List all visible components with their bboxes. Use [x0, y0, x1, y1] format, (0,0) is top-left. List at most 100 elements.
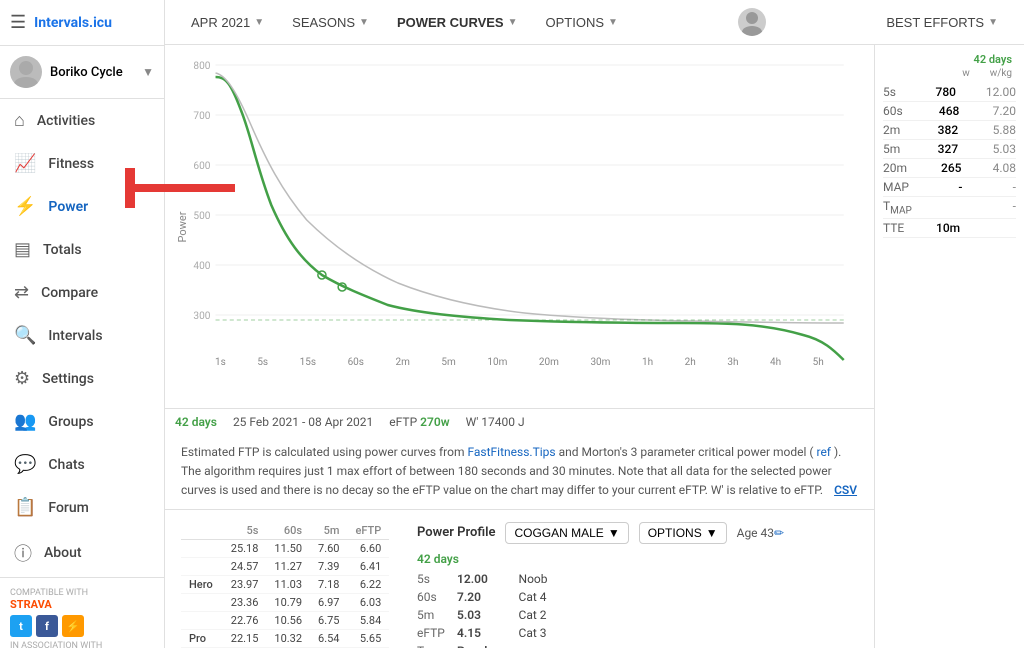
- content-area: Power 800 700 600 500: [165, 45, 1024, 648]
- coggan-dropdown[interactable]: COGGAN MALE ▼: [505, 522, 628, 544]
- pp-data-table: 5s12.00Noob60s7.20Cat 45m5.03Cat 2eFTP4.…: [417, 570, 558, 648]
- facebook-icon[interactable]: f: [36, 615, 58, 637]
- x-tick: 1s: [215, 357, 226, 368]
- pp-data-row: 60s7.20Cat 4: [417, 588, 558, 606]
- sidebar-header: ☰ Intervals.icu: [0, 0, 164, 46]
- chart-eftp-label: eFTP 270w: [389, 415, 449, 429]
- sidebar-item-about[interactable]: ⓘAbout: [0, 529, 164, 577]
- sidebar-item-power[interactable]: ⚡Power: [0, 185, 164, 228]
- be-row: 5m3275.03: [883, 140, 1016, 159]
- x-tick: 2m: [396, 357, 410, 368]
- age-label: Age 43✏: [737, 526, 784, 540]
- pp-data-row: 5m5.03Cat 2: [417, 606, 558, 624]
- pp-col-eftp: eFTP: [348, 522, 390, 540]
- pp-data-row: TypePuncheur✏: [417, 642, 558, 648]
- pp-data-row: 5s12.00Noob: [417, 570, 558, 588]
- pp-data-label: eFTP: [417, 624, 457, 642]
- be-row-w: 10m: [924, 221, 960, 235]
- ref-link[interactable]: ref: [816, 445, 831, 459]
- best-efforts-button[interactable]: BEST EFFORTS ▼: [876, 10, 1008, 35]
- lightning-icon[interactable]: ⚡: [62, 615, 84, 637]
- sidebar-item-fitness[interactable]: 📈Fitness: [0, 142, 164, 185]
- user-section[interactable]: Boriko Cycle ▼: [0, 46, 164, 99]
- intervals-icon: 🔍: [14, 325, 36, 346]
- sidebar-item-forum[interactable]: 📋Forum: [0, 486, 164, 529]
- be-row-wkg: -: [980, 199, 1016, 216]
- be-row-label: 2m: [883, 123, 900, 137]
- be-subheader: w w/kg: [883, 68, 1016, 79]
- pp-row-5s: 25.18: [223, 539, 267, 557]
- sidebar-item-activities[interactable]: ⌂Activities: [0, 99, 164, 142]
- best-efforts-panel: 42 days w w/kg 5s78012.0060s4687.202m382…: [874, 45, 1024, 648]
- pp-row-eftp: 6.41: [348, 557, 390, 575]
- be-row-w: 468: [923, 104, 959, 118]
- be-row-wkg: [980, 221, 1016, 235]
- be-row: MAP--: [883, 178, 1016, 197]
- x-tick: 30m: [590, 357, 610, 368]
- svg-text:600: 600: [193, 161, 210, 172]
- ftp-section: Estimated FTP is calculated using power …: [165, 435, 874, 510]
- pp-row-60s: 10.56: [266, 611, 310, 629]
- fastfitness-link[interactable]: FastFitness.Tips: [467, 445, 555, 459]
- pp-row-5m: 6.97: [310, 593, 347, 611]
- be-row: 20m2654.08: [883, 159, 1016, 178]
- sidebar-item-label-totals: Totals: [43, 242, 82, 258]
- age-edit-icon[interactable]: ✏: [774, 526, 784, 540]
- be-row-wkg: 12.00: [980, 85, 1016, 99]
- sidebar-logo: Intervals.icu: [34, 15, 112, 31]
- pp-row-60s: 11.27: [266, 557, 310, 575]
- sidebar-item-compare[interactable]: ⇄Compare: [0, 271, 164, 314]
- pp-table-row: 22.7610.566.755.84: [181, 611, 389, 629]
- be-header: 42 days: [883, 53, 1016, 66]
- seasons-chevron-icon: ▼: [359, 17, 369, 28]
- power-profile-table: 5s 60s 5m eFTP 25.1811.507.606.6024.5711…: [181, 522, 389, 648]
- power-curves-chevron-icon: ▼: [508, 17, 518, 28]
- pp-col-60s: 60s: [266, 522, 310, 540]
- settings-icon: ⚙: [14, 368, 30, 389]
- totals-icon: ▤: [14, 239, 31, 260]
- sidebar-item-intervals[interactable]: 🔍Intervals: [0, 314, 164, 357]
- sidebar-item-settings[interactable]: ⚙Settings: [0, 357, 164, 400]
- be-row: 5s78012.00: [883, 83, 1016, 102]
- pp-data-label: 5m: [417, 606, 457, 624]
- be-days: 42 days: [974, 53, 1012, 66]
- pp-data-value: 5.03: [457, 606, 519, 624]
- be-row-label: TMAP: [883, 199, 912, 216]
- seasons-button[interactable]: SEASONS ▼: [282, 10, 379, 35]
- sidebar-item-label-compare: Compare: [41, 285, 98, 301]
- be-row-wkg: 4.08: [980, 161, 1016, 175]
- pp-row-eftp: 6.22: [348, 575, 390, 593]
- ftp-text-part2: and Morton's 3 parameter critical power …: [559, 445, 814, 459]
- twitter-icon[interactable]: t: [10, 615, 32, 637]
- in-association-label: IN ASSOCIATION WITH: [10, 641, 154, 648]
- sidebar-item-chats[interactable]: 💬Chats: [0, 443, 164, 486]
- sidebar-item-totals[interactable]: ▤ Totals: [0, 228, 164, 271]
- hamburger-icon[interactable]: ☰: [10, 12, 26, 33]
- pp-row-5s: 22.76: [223, 611, 267, 629]
- pp-data-level: Noob: [519, 570, 558, 588]
- topbar-avatar[interactable]: [738, 8, 766, 36]
- csv-link[interactable]: CSV: [834, 483, 857, 497]
- pp-options-chevron-icon: ▼: [706, 526, 718, 540]
- about-icon: ⓘ: [14, 540, 32, 566]
- pp-row-label: [181, 557, 223, 575]
- pp-options-dropdown[interactable]: OPTIONS ▼: [639, 522, 727, 544]
- pp-data-value: 7.20: [457, 588, 519, 606]
- pp-table-row: 25.1811.507.606.60: [181, 539, 389, 557]
- type-edit-icon[interactable]: ✏: [519, 644, 529, 648]
- sidebar-item-groups[interactable]: 👥Groups: [0, 400, 164, 443]
- pp-data-value: 12.00: [457, 570, 519, 588]
- options-button[interactable]: OPTIONS ▼: [536, 10, 628, 35]
- options-chevron-icon: ▼: [608, 17, 618, 28]
- pp-data-level: Cat 4: [519, 588, 558, 606]
- be-row: TMAP -: [883, 197, 1016, 219]
- chevron-down-icon: ▼: [142, 65, 154, 79]
- ftp-text-part1: Estimated FTP is calculated using power …: [181, 445, 467, 459]
- x-tick: 5s: [257, 357, 268, 368]
- sidebar-item-label-chats: Chats: [48, 457, 84, 473]
- date-button[interactable]: APR 2021 ▼: [181, 10, 274, 35]
- pp-row-60s: 10.32: [266, 629, 310, 647]
- activities-icon: ⌂: [14, 110, 25, 131]
- power-curves-button[interactable]: POWER CURVES ▼: [387, 10, 528, 35]
- be-row: TTE10m: [883, 219, 1016, 238]
